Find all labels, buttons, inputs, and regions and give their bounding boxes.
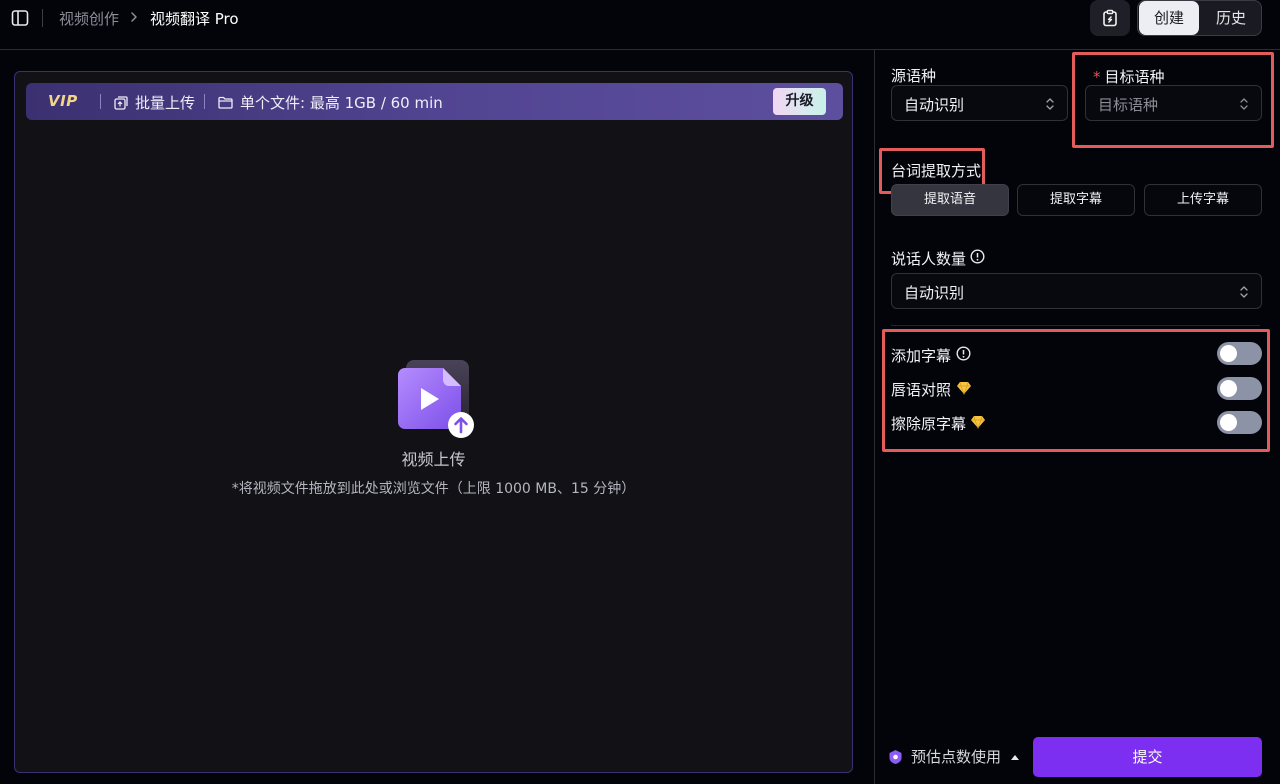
estimate-label: 预估点数使用 (911, 748, 1002, 766)
video-upload-icon (398, 360, 474, 438)
shield-icon (889, 749, 902, 764)
source-language-value: 自动识别 (904, 96, 965, 114)
top-bar: 视频创作 视频翻译 Pro 创建 历史 (0, 0, 1280, 50)
breadcrumb-parent[interactable]: 视频创作 (59, 8, 119, 29)
clipboard-button[interactable] (1090, 0, 1130, 36)
chevron-right-icon (131, 12, 137, 22)
upgrade-button[interactable]: 升级 (773, 88, 826, 115)
breadcrumb-current: 视频翻译 Pro (150, 10, 239, 28)
extraction-method-label: 台词提取方式 (891, 162, 982, 180)
upload-subtitle-button[interactable]: 上传字幕 (1144, 184, 1262, 216)
folder-icon (218, 96, 233, 109)
speaker-count-label: 说话人数量 (891, 250, 967, 268)
gem-icon (957, 381, 971, 395)
toggle-knob (1220, 345, 1237, 362)
batch-upload[interactable]: 批量上传 (114, 92, 195, 113)
divider (891, 325, 1260, 326)
vip-separator (204, 94, 205, 109)
upload-dropzone[interactable]: VIP 批量上传 单个文件: 最高 1GB / 60 min 升级 视频上传 *… (14, 71, 853, 773)
required-mark: * (1093, 68, 1101, 86)
target-language-label-text: 目标语种 (1104, 68, 1165, 86)
clipboard-icon (1103, 9, 1117, 27)
chevron-updown-icon (1240, 98, 1248, 110)
extract-subtitle-button[interactable]: 提取字幕 (1017, 184, 1135, 216)
tab-create[interactable]: 创建 (1139, 1, 1199, 35)
chevron-updown-icon (1046, 98, 1054, 110)
vip-separator (100, 94, 101, 109)
add-subtitle-toggle[interactable] (1217, 342, 1262, 365)
speaker-count-select[interactable]: 自动识别 (891, 273, 1262, 309)
chevron-updown-icon (1240, 286, 1248, 298)
estimate-points[interactable]: 预估点数使用 (888, 746, 1020, 767)
file-limit: 单个文件: 最高 1GB / 60 min (218, 92, 443, 113)
submit-button[interactable]: 提交 (1033, 737, 1262, 777)
speaker-count-value: 自动识别 (904, 284, 965, 302)
caret-up-icon (1011, 754, 1020, 760)
info-icon[interactable] (970, 249, 985, 264)
sidebar-toggle-icon[interactable] (11, 9, 29, 27)
vip-badge: VIP (48, 92, 78, 110)
mode-switch: 创建 历史 (1137, 0, 1262, 36)
toggle-knob (1220, 380, 1237, 397)
erase-subtitle-toggle[interactable] (1217, 411, 1262, 434)
lip-sync-label: 唇语对照 (891, 381, 952, 399)
tab-history[interactable]: 历史 (1201, 1, 1261, 35)
upload-title: 视频上传 (401, 450, 466, 469)
add-subtitle-label: 添加字幕 (891, 347, 952, 365)
target-language-placeholder: 目标语种 (1098, 96, 1159, 114)
vip-banner: VIP 批量上传 单个文件: 最高 1GB / 60 min 升级 (26, 83, 843, 120)
extract-audio-button[interactable]: 提取语音 (891, 184, 1009, 216)
source-language-select[interactable]: 自动识别 (891, 85, 1068, 121)
top-separator (42, 9, 43, 27)
batch-upload-label: 批量上传 (135, 94, 196, 112)
target-language-label: * 目标语种 (1093, 66, 1165, 87)
gem-icon (971, 415, 985, 429)
toggle-knob (1220, 414, 1237, 431)
upload-hint: *将视频文件拖放到此处或浏览文件（上限 1000 MB、15 分钟） (231, 481, 636, 497)
batch-upload-icon (114, 95, 128, 110)
panel-divider (874, 50, 875, 784)
file-limit-label: 单个文件: 最高 1GB / 60 min (240, 94, 443, 112)
erase-subtitle-label: 擦除原字幕 (891, 415, 967, 433)
lip-sync-toggle[interactable] (1217, 377, 1262, 400)
source-language-label: 源语种 (891, 67, 937, 85)
target-language-select[interactable]: 目标语种 (1085, 85, 1262, 121)
info-icon[interactable] (956, 346, 971, 361)
